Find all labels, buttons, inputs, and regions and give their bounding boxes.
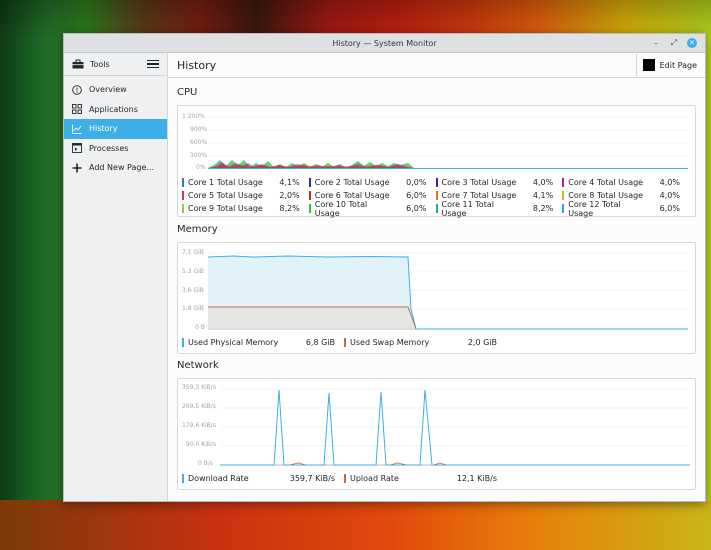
memory-y-tick: 3,6 GiB [182, 287, 204, 294]
memory-y-tick: 7,1 GiB [182, 249, 204, 256]
cpu-y-tick: 900% [190, 126, 208, 133]
memory-section-title: Memory [177, 224, 218, 235]
network-y-tick: 90,0 KiB/s [186, 441, 217, 448]
sidebar-item-applications[interactable]: Applications [64, 100, 167, 120]
sidebar-item-processes[interactable]: Processes [64, 139, 167, 159]
network-card: 359,3 KiB/s 269,5 KiB/s 179,6 KiB/s 90,0… [177, 378, 696, 490]
page-title: History [177, 58, 217, 72]
sidebar-item-label: Add New Page... [89, 163, 155, 173]
cpu-y-tick: 300% [190, 152, 208, 159]
maximize-icon[interactable]: ⤢ [669, 38, 679, 48]
overview-icon [71, 84, 82, 95]
legend-item: Core 2 Total Usage 0,0% [308, 178, 436, 187]
edit-page-button[interactable]: Edit Page [635, 54, 705, 76]
network-history-chart [220, 388, 690, 466]
network-y-tick: 269,5 KiB/s [182, 403, 216, 410]
memory-y-tick: 1,8 GiB [182, 305, 204, 312]
memory-y-tick: 0 B [195, 324, 205, 331]
sidebar-header: Tools [64, 53, 167, 76]
cpu-section-title: CPU [177, 87, 198, 98]
legend-item: Core 5 Total Usage 2,0% [182, 191, 309, 200]
legend-item: Core 9 Total Usage 8,2% [182, 204, 309, 213]
sidebar: Tools Overview Applications History Proc… [64, 53, 168, 501]
network-y-tick: 0 B/s [198, 460, 213, 467]
applications-icon [71, 104, 82, 115]
legend-item: Core 11 Total Usage 8,2% [435, 200, 563, 218]
close-icon[interactable]: ✕ [687, 38, 697, 48]
network-y-tick: 359,3 KiB/s [182, 384, 216, 391]
window-title: History — System Monitor [332, 38, 437, 48]
processes-icon [71, 143, 82, 154]
legend-item: Core 1 Total Usage 4,1% [182, 178, 309, 187]
legend-item: Core 10 Total Usage 6,0% [308, 200, 436, 218]
edit-page-icon [642, 59, 655, 71]
minimize-icon[interactable]: – [651, 38, 661, 48]
network-y-tick: 179,6 KiB/s [182, 422, 216, 429]
sidebar-item-add-new-page[interactable]: Add New Page... [64, 158, 167, 178]
hamburger-menu-icon[interactable] [147, 59, 159, 69]
desktop-wallpaper [0, 500, 711, 550]
add-icon [71, 162, 82, 173]
sidebar-item-label: Overview [89, 85, 127, 95]
memory-legend: Used Physical Memory 6,8 GiB Used Swap Me… [182, 336, 689, 349]
network-section-title: Network [177, 360, 219, 371]
memory-history-chart [208, 252, 688, 330]
history-icon [71, 123, 82, 134]
page-header: History Edit Page [168, 53, 705, 78]
cpu-legend: Core 1 Total Usage 4,1% Core 2 Total Usag… [182, 176, 689, 218]
memory-y-tick: 5,3 GiB [182, 268, 204, 275]
legend-item: Core 4 Total Usage 4,0% [562, 178, 689, 187]
title-bar[interactable]: History — System Monitor – ⤢ ✕ [64, 34, 705, 53]
cpu-card: 1 200% 900% 600% 300% 0% Core 1 Total Us… [177, 105, 696, 218]
edit-page-label: Edit Page [659, 60, 697, 70]
toolbox-icon [72, 59, 84, 69]
legend-item: Core 3 Total Usage 4,0% [435, 178, 563, 187]
network-legend: Download Rate 359,7 KiB/s Upload Rate 12,1… [182, 472, 689, 485]
cpu-y-tick: 0% [196, 164, 206, 171]
cpu-y-tick: 600% [190, 139, 208, 146]
legend-item: Core 12 Total Usage 6,0% [562, 200, 689, 218]
sidebar-item-history[interactable]: History [64, 119, 167, 139]
sidebar-item-label: Processes [89, 143, 129, 153]
sidebar-item-label: Applications [89, 104, 138, 114]
legend-item: Download Rate 359,7 KiB/s [182, 474, 344, 483]
sidebar-item-overview[interactable]: Overview [64, 80, 167, 100]
main-content: History Edit Page CPU 1 200% 900% 600% 3… [168, 53, 705, 501]
memory-card: 7,1 GiB 5,3 GiB 3,6 GiB 1,8 GiB 0 B Used… [177, 242, 696, 354]
cpu-y-tick: 1 200% [182, 113, 205, 120]
system-monitor-window: History — System Monitor – ⤢ ✕ Tools Ove… [63, 33, 706, 502]
legend-item: Used Physical Memory 6,8 GiB [182, 338, 344, 347]
legend-item: Upload Rate 12,1 KiB/s [344, 474, 506, 483]
cpu-history-chart [208, 116, 688, 169]
sidebar-title: Tools [90, 59, 110, 69]
legend-item: Used Swap Memory 2,0 GiB [344, 338, 506, 347]
sidebar-item-label: History [89, 124, 118, 134]
